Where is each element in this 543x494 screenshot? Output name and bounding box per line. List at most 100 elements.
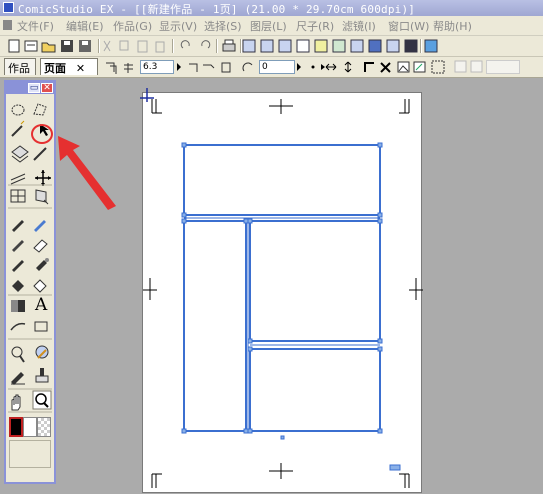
rectangle-icon[interactable] bbox=[34, 321, 48, 332]
pencil-icon[interactable] bbox=[34, 220, 46, 232]
cut-icon[interactable] bbox=[103, 40, 111, 52]
crop-mark-bottom-left bbox=[151, 473, 162, 488]
move-icon[interactable] bbox=[35, 170, 51, 186]
folder-icon[interactable] bbox=[41, 42, 56, 53]
eyedropper-icon[interactable] bbox=[33, 147, 47, 161]
vertical-flip-icon[interactable] bbox=[344, 61, 352, 73]
fit-page-icon[interactable] bbox=[431, 60, 445, 74]
open-icon[interactable] bbox=[24, 40, 38, 52]
print-icon[interactable] bbox=[222, 39, 236, 52]
panel-right-upper bbox=[249, 220, 381, 342]
menu-file[interactable]: 文件(F) bbox=[17, 18, 54, 34]
menu-window[interactable]: 窗口(W) bbox=[388, 18, 429, 34]
document-origin-marker bbox=[140, 88, 154, 102]
rotate-angle-field[interactable]: 0 bbox=[259, 60, 295, 74]
rotate-left-icon[interactable] bbox=[189, 63, 198, 72]
dot-icon[interactable] bbox=[311, 65, 315, 69]
menu-help[interactable]: 帮助(H) bbox=[433, 18, 472, 34]
edit-image-icon[interactable] bbox=[413, 61, 426, 73]
toolbar-separator bbox=[420, 39, 422, 53]
panel-left bbox=[183, 220, 247, 432]
effect-icon[interactable] bbox=[35, 345, 49, 359]
menu-layer[interactable]: 图层(L) bbox=[250, 18, 287, 34]
manuscript-page[interactable] bbox=[142, 92, 423, 493]
fill-icon[interactable] bbox=[12, 280, 24, 292]
disabled-option-icons bbox=[454, 60, 483, 73]
triangle-icon[interactable] bbox=[321, 64, 325, 70]
frame-ruler-icon[interactable] bbox=[10, 189, 26, 203]
menu-ruler[interactable]: 尺子(R) bbox=[296, 18, 334, 34]
save-as-icon[interactable] bbox=[79, 40, 91, 52]
menu-view[interactable]: 显示(V) bbox=[159, 18, 197, 34]
polyline-lasso-icon[interactable] bbox=[33, 103, 47, 116]
undo-icon[interactable] bbox=[180, 40, 190, 49]
pattern-fill-icon[interactable] bbox=[33, 279, 47, 293]
delete-icon[interactable] bbox=[155, 41, 165, 53]
disabled-field bbox=[486, 60, 520, 74]
flip-icon[interactable] bbox=[221, 62, 231, 73]
rotate-arrow-icon[interactable] bbox=[242, 62, 253, 72]
menu-edit[interactable]: 编辑(E) bbox=[66, 18, 104, 34]
tool-option-area bbox=[9, 440, 51, 468]
new-file-icon[interactable] bbox=[8, 39, 20, 53]
registration-mark-left bbox=[143, 278, 157, 300]
document-icon[interactable] bbox=[3, 20, 12, 30]
toolbar-separator bbox=[98, 39, 100, 53]
redo-icon[interactable] bbox=[201, 40, 211, 49]
save-icon[interactable] bbox=[61, 40, 73, 52]
copy-icon[interactable] bbox=[119, 40, 129, 51]
zoom-field[interactable]: 6.3 bbox=[140, 60, 174, 74]
frame-option-icon[interactable] bbox=[106, 62, 117, 74]
grid-snap-icon[interactable] bbox=[380, 62, 391, 73]
document-tab-bar: 作品 页面 ✕ 6.3 0 bbox=[0, 57, 543, 78]
marker-icon[interactable] bbox=[12, 240, 24, 252]
layer-move-icon[interactable] bbox=[11, 145, 29, 163]
menu-select[interactable]: 选择(S) bbox=[204, 18, 242, 34]
paste-icon[interactable] bbox=[137, 40, 148, 53]
text-tool-icon[interactable]: A bbox=[35, 297, 47, 314]
window-title: ComicStudio EX - [[新建作品 - 1页] (21.00 * 2… bbox=[18, 3, 416, 16]
annotation-arrow bbox=[58, 136, 116, 210]
horizontal-flip-icon[interactable] bbox=[325, 63, 337, 71]
registration-mark-right bbox=[409, 278, 423, 300]
crop-mark-bottom-right bbox=[399, 473, 410, 488]
line-icon[interactable] bbox=[10, 322, 26, 331]
stamp-icon[interactable] bbox=[35, 368, 49, 383]
zoom-step-arrow-icon[interactable] bbox=[177, 63, 181, 71]
tone-eraser-icon[interactable] bbox=[11, 372, 25, 385]
menu-filter[interactable]: 滤镜(I) bbox=[342, 18, 376, 34]
view-icons[interactable] bbox=[242, 39, 438, 53]
balloon-icon[interactable] bbox=[11, 346, 25, 363]
pen-icon[interactable] bbox=[12, 220, 24, 232]
foreground-color-swatch[interactable] bbox=[9, 417, 23, 437]
brush-icon[interactable] bbox=[12, 260, 24, 272]
annotation-highlight-circle bbox=[31, 124, 53, 144]
zoom-icon[interactable] bbox=[32, 390, 52, 410]
toolbar-icons bbox=[8, 39, 438, 53]
magic-wand-icon[interactable] bbox=[11, 120, 25, 137]
lasso-icon[interactable] bbox=[11, 104, 25, 116]
menu-story[interactable]: 作品(G) bbox=[113, 18, 152, 34]
panel-gap-lines bbox=[184, 217, 380, 431]
hand-icon[interactable] bbox=[11, 394, 21, 411]
eraser-icon[interactable] bbox=[33, 239, 48, 253]
panel-right-lower bbox=[249, 348, 381, 432]
menu-bar: 文件(F) 编辑(E) 作品(G) 显示(V) 选择(S) 图层(L) 尺子(R… bbox=[0, 16, 543, 36]
rotate-step-arrow-icon[interactable] bbox=[297, 63, 301, 71]
panel-top bbox=[183, 144, 381, 216]
image-icon[interactable] bbox=[397, 61, 410, 73]
rotate-right-icon[interactable] bbox=[203, 64, 215, 69]
background-color-swatch[interactable] bbox=[23, 417, 37, 437]
snap-icon[interactable] bbox=[364, 62, 374, 72]
toolbar-separator bbox=[216, 39, 218, 53]
ruler-icon[interactable] bbox=[10, 173, 26, 185]
airbrush-icon[interactable] bbox=[36, 258, 49, 271]
registration-mark-top bbox=[269, 99, 293, 114]
crop-mark-top-right bbox=[399, 99, 410, 114]
align-icon[interactable] bbox=[124, 63, 133, 73]
toolbar-separator bbox=[240, 39, 242, 53]
transparent-color-swatch[interactable] bbox=[37, 417, 51, 437]
perspective-icon[interactable] bbox=[35, 189, 49, 205]
gradient-icon[interactable] bbox=[11, 300, 25, 312]
comic-panels bbox=[183, 144, 381, 432]
